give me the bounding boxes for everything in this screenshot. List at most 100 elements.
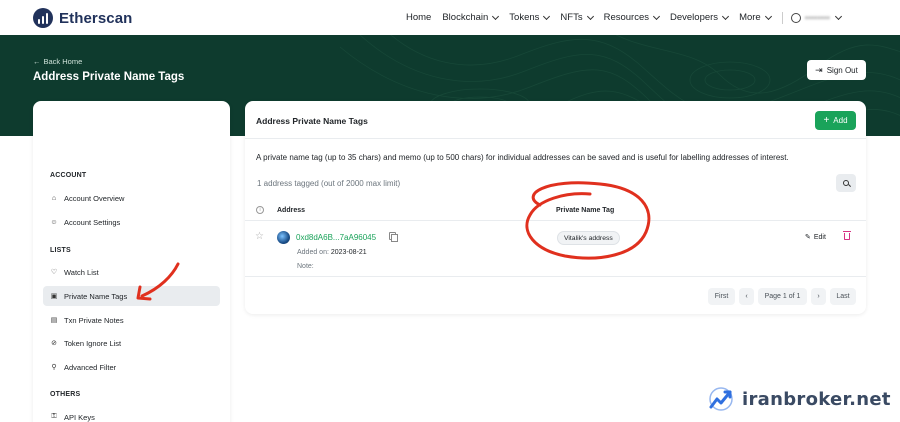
card-title: Address Private Name Tags xyxy=(256,116,368,126)
table-header: i Address Private Name Tag xyxy=(245,199,866,221)
user-circle-icon xyxy=(790,12,801,23)
sign-out-icon: ⇥ xyxy=(815,64,823,75)
pencil-icon: ✎ xyxy=(805,234,811,241)
sidebar-item-private-name-tags[interactable]: ▣ Private Name Tags xyxy=(43,286,220,306)
card-description: A private name tag (up to 35 chars) and … xyxy=(256,153,789,162)
column-header-address: Address xyxy=(277,207,306,214)
sidebar-section-lists: LISTS xyxy=(50,247,71,254)
top-navbar: Etherscan Home Blockchain Tokens NFTs Re… xyxy=(0,0,900,35)
info-icon: i xyxy=(256,206,264,214)
nav-developers[interactable]: Developers xyxy=(670,12,730,23)
star-icon[interactable]: ☆ xyxy=(255,231,264,242)
pagination-last[interactable]: Last xyxy=(830,288,856,305)
note-icon: ▤ xyxy=(50,317,58,324)
logo-text: Etherscan xyxy=(59,9,133,27)
nav-divider xyxy=(781,11,783,24)
nav-blockchain-label: Blockchain xyxy=(442,12,489,23)
sidebar-item-account-overview[interactable]: ⌂ Account Overview xyxy=(43,188,220,208)
sidebar-item-label: Token Ignore List xyxy=(64,338,122,348)
user-menu[interactable]: •••••••• xyxy=(790,12,842,23)
sidebar-item-advanced-filter[interactable]: ⚲ Advanced Filter xyxy=(43,357,220,377)
sidebar-item-label: Watch List xyxy=(64,267,99,277)
nav-nfts-label: NFTs xyxy=(560,12,583,23)
back-home-label: Back Home xyxy=(43,57,83,66)
sign-out-button[interactable]: ⇥ Sign Out xyxy=(807,60,866,80)
chevron-down-icon xyxy=(586,12,594,20)
plus-icon: + xyxy=(823,115,830,126)
nav-tokens-label: Tokens xyxy=(509,12,540,23)
add-button-label: Add xyxy=(833,116,848,125)
watermark-text: iranbroker.net xyxy=(742,388,891,410)
edit-label: Edit xyxy=(813,233,826,241)
nav-more[interactable]: More xyxy=(739,12,772,23)
address-link[interactable]: 0xd8dA6B...7aA96045 xyxy=(296,233,376,242)
arrow-left-icon: ← xyxy=(33,57,41,66)
card-header: Address Private Name Tags + Add xyxy=(245,101,866,139)
sidebar-item-api-keys[interactable]: ⚿ API Keys xyxy=(43,407,220,422)
sidebar-item-label: Advanced Filter xyxy=(64,362,117,372)
nav-resources[interactable]: Resources xyxy=(603,12,661,23)
tag-count-text: 1 address tagged (out of 2000 max limit) xyxy=(257,179,401,188)
note-label: Note: xyxy=(297,263,314,270)
eye-slash-icon: ⊘ xyxy=(51,340,57,347)
nav-home-label: Home xyxy=(406,12,432,23)
pagination-page-indicator: Page 1 of 1 xyxy=(758,288,807,305)
sidebar-section-account: ACCOUNT xyxy=(50,172,87,179)
back-home-link[interactable]: ← Back Home xyxy=(33,57,82,66)
chevron-down-icon xyxy=(652,12,661,20)
chevron-down-icon xyxy=(834,12,842,20)
sidebar-item-label: Account Settings xyxy=(64,217,121,227)
edit-button[interactable]: ✎ Edit xyxy=(805,233,826,242)
sidebar-item-label: Txn Private Notes xyxy=(64,315,124,325)
account-sidebar: ACCOUNT ⌂ Account Overview ☺ Account Set… xyxy=(33,101,230,422)
nav-resources-label: Resources xyxy=(603,12,649,23)
sidebar-item-txn-private-notes[interactable]: ▤ Txn Private Notes xyxy=(43,310,220,330)
added-on-label: Added on: xyxy=(297,249,329,256)
nav-tokens[interactable]: Tokens xyxy=(509,12,551,23)
column-header-private-name-tag: Private Name Tag xyxy=(556,207,615,214)
main-menu: Home Blockchain Tokens NFTs Resources De… xyxy=(406,0,842,35)
added-on-date: 2023-08-21 xyxy=(330,249,367,256)
sidebar-item-label: Private Name Tags xyxy=(64,291,128,301)
search-icon xyxy=(843,180,849,186)
iranbroker-logo-icon xyxy=(709,387,733,411)
copy-icon[interactable] xyxy=(389,232,398,242)
pagination-first[interactable]: First xyxy=(708,288,735,305)
pagination-next[interactable]: › xyxy=(811,288,826,305)
nav-home[interactable]: Home xyxy=(406,12,431,23)
iranbroker-watermark: iranbroker.net xyxy=(688,376,900,422)
trash-icon[interactable] xyxy=(843,231,851,240)
pagination-prev[interactable]: ‹ xyxy=(739,288,754,305)
add-button[interactable]: + Add xyxy=(815,111,856,130)
sidebar-item-token-ignore-list[interactable]: ⊘ Token Ignore List xyxy=(43,333,220,353)
sidebar-item-account-settings[interactable]: ☺ Account Settings xyxy=(43,212,220,232)
tag-note-icon: ▣ xyxy=(50,293,58,300)
user-icon: ☺ xyxy=(50,218,58,226)
name-tags-card: Address Private Name Tags + Add A privat… xyxy=(245,101,866,314)
chevron-down-icon xyxy=(492,12,500,20)
address-avatar xyxy=(277,231,290,244)
private-name-tag-badge: Vitalik's address xyxy=(557,231,620,245)
home-icon: ⌂ xyxy=(51,194,57,202)
sidebar-item-label: API Keys xyxy=(64,412,95,422)
added-on-text: Added on: 2023-08-21 xyxy=(297,249,367,256)
key-icon: ⚿ xyxy=(51,413,57,420)
sidebar-item-label: Account Overview xyxy=(64,193,125,203)
search-button[interactable] xyxy=(836,174,856,192)
sidebar-section-others: OTHERS xyxy=(50,391,81,398)
chevron-down-icon xyxy=(764,12,772,20)
nav-more-label: More xyxy=(739,12,761,23)
filter-icon: ⚲ xyxy=(51,364,57,371)
table-row: ☆ 0xd8dA6B...7aA96045 Added on: 2023-08-… xyxy=(245,222,866,277)
page-title: Address Private Name Tags xyxy=(33,71,185,83)
chevron-down-icon xyxy=(543,12,551,20)
sign-out-label: Sign Out xyxy=(826,65,858,75)
etherscan-logo[interactable]: Etherscan xyxy=(33,8,132,28)
heart-icon: ♡ xyxy=(50,269,58,276)
username-label: •••••••• xyxy=(804,12,830,23)
nav-nfts[interactable]: NFTs xyxy=(560,12,594,23)
sidebar-item-watch-list[interactable]: ♡ Watch List xyxy=(43,262,220,282)
etherscan-logo-icon xyxy=(33,8,53,28)
nav-blockchain[interactable]: Blockchain xyxy=(442,12,500,23)
chevron-down-icon xyxy=(722,12,730,20)
